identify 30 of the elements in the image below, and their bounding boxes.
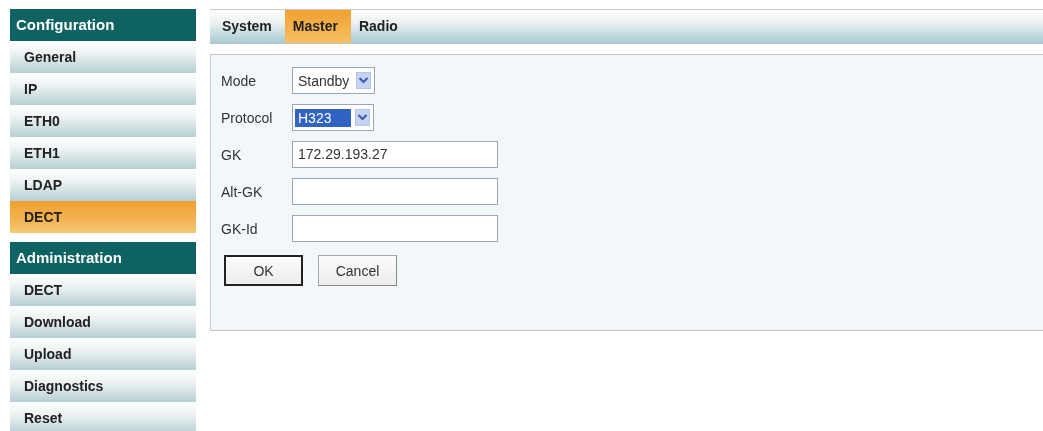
nav-item[interactable]: DECT (10, 201, 196, 233)
nav-item[interactable]: ETH0 (10, 105, 196, 137)
field-label: Alt-GK (221, 183, 263, 200)
field-label: Mode (221, 72, 257, 89)
nav-item[interactable]: ETH1 (10, 137, 196, 169)
section-header: Administration (10, 242, 196, 274)
form-button[interactable]: Cancel (318, 255, 397, 286)
tab[interactable]: Radio (350, 10, 411, 43)
form-button[interactable]: OK (224, 255, 303, 286)
nav-item[interactable]: LDAP (10, 169, 196, 201)
field-label: GK-Id (221, 220, 258, 237)
input-field[interactable] (292, 178, 498, 205)
nav-item[interactable]: Download (10, 306, 196, 338)
input-field[interactable] (292, 215, 498, 242)
caret-icon (356, 72, 372, 89)
tab[interactable]: System (214, 10, 285, 43)
tab[interactable]: Master (284, 10, 351, 43)
nav-item[interactable]: General (10, 41, 196, 73)
nav-item[interactable]: IP (10, 73, 196, 105)
nav-item[interactable]: DECT (10, 274, 196, 306)
nav-item[interactable]: Upload (10, 338, 196, 370)
input-field[interactable]: 172.29.193.27 (292, 141, 498, 168)
section-header: Configuration (10, 9, 196, 41)
nav-item[interactable]: Reset (10, 402, 196, 431)
dropdown[interactable]: H323 (292, 104, 374, 131)
nav-item[interactable]: Diagnostics (10, 370, 196, 402)
dropdown[interactable]: Standby (292, 67, 376, 94)
field-label: Protocol (221, 109, 273, 126)
caret-icon (355, 109, 370, 126)
field-label: GK (221, 146, 242, 163)
